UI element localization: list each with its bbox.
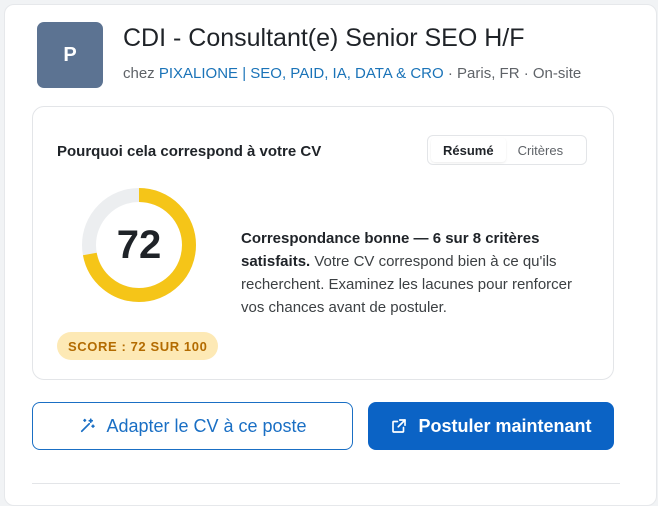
match-panel-title: Pourquoi cela correspond à votre CV <box>57 143 322 160</box>
match-panel: Pourquoi cela correspond à votre CV Résu… <box>32 106 614 380</box>
view-toggle: Résumé Critères <box>427 135 587 165</box>
job-header: P CDI - Consultant(e) Senior SEO H/F che… <box>37 22 640 92</box>
external-link-icon <box>390 417 408 435</box>
tab-resume[interactable]: Résumé <box>431 138 506 162</box>
separator: · <box>523 65 529 82</box>
job-location: Paris, FR <box>457 65 520 82</box>
job-subline: chez PIXALIONE | SEO, PAID, IA, DATA & C… <box>123 65 581 82</box>
magic-wand-icon <box>78 417 96 435</box>
score-value: 72 <box>116 222 162 267</box>
match-summary: Correspondance bonne — 6 sur 8 critères … <box>241 227 591 319</box>
at-prefix: chez <box>123 65 155 82</box>
job-title: CDI - Consultant(e) Senior SEO H/F <box>123 24 525 52</box>
separator: · <box>447 65 453 82</box>
score-badge: SCORE : 72 SUR 100 <box>57 332 219 360</box>
apply-now-button[interactable]: Postuler maintenant <box>368 402 614 450</box>
adapt-cv-button[interactable]: Adapter le CV à ce poste <box>32 402 353 450</box>
adapt-cv-label: Adapter le CV à ce poste <box>106 415 307 436</box>
company-link[interactable]: PIXALIONE | SEO, PAID, IA, DATA & CRO <box>159 65 444 82</box>
score-gauge: 72 <box>79 185 199 305</box>
section-divider <box>32 483 620 484</box>
company-avatar: P <box>37 22 103 88</box>
apply-now-label: Postuler maintenant <box>418 415 592 436</box>
tab-criteres[interactable]: Critères <box>506 138 576 162</box>
work-mode: On-site <box>532 65 582 82</box>
